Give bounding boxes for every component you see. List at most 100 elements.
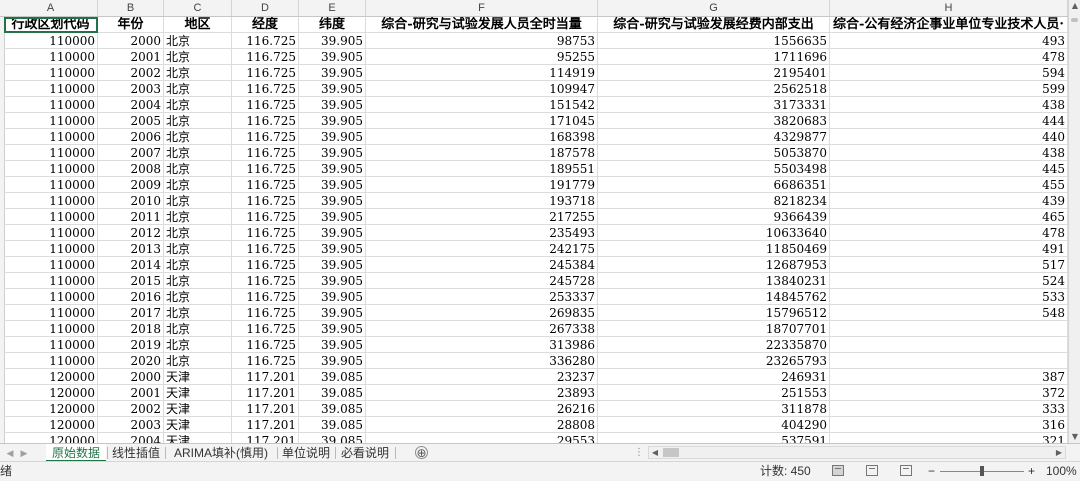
cell-rd-expenditure[interactable]: 6686351 [598,177,830,193]
cell-tech-staff[interactable] [830,337,1068,353]
cell-year[interactable]: 2004 [98,97,164,113]
cell-year[interactable]: 2017 [98,305,164,321]
cell-year[interactable]: 2006 [98,129,164,145]
cell-lat[interactable]: 39.905 [299,129,366,145]
cell-year[interactable]: 2016 [98,289,164,305]
scroll-right-arrow-icon[interactable]: ▶ [1053,447,1065,458]
scroll-left-arrow-icon[interactable]: ◀ [649,447,661,458]
cell-tech-staff[interactable]: 594 [830,65,1068,81]
cell-tech-staff[interactable]: 387 [830,369,1068,385]
cell-code[interactable]: 120000 [4,385,98,401]
header-cell-code[interactable]: 行政区划代码 [4,17,98,33]
cell-lat[interactable]: 39.085 [299,385,366,401]
cell-code[interactable]: 120000 [4,369,98,385]
cell-year[interactable]: 2014 [98,257,164,273]
cell-lon[interactable]: 116.725 [232,225,299,241]
column-header-c[interactable]: C [164,0,232,16]
cell-lon[interactable]: 116.725 [232,81,299,97]
cell-region[interactable]: 北京 [164,321,232,337]
cell-lat[interactable]: 39.905 [299,81,366,97]
cell-code[interactable]: 110000 [4,161,98,177]
zoom-level[interactable]: 100% [1046,462,1077,481]
cell-rd-expenditure[interactable]: 13840231 [598,273,830,289]
cell-code[interactable]: 110000 [4,177,98,193]
cell-year[interactable]: 2003 [98,81,164,97]
cell-rd-expenditure[interactable]: 537591 [598,433,830,443]
cell-rd-personnel[interactable]: 29553 [366,433,598,443]
column-header-g[interactable]: G [598,0,830,16]
tab-next-arrow-icon[interactable]: ▶ [18,444,30,462]
cell-rd-personnel[interactable]: 242175 [366,241,598,257]
page-layout-view-icon[interactable] [866,465,878,476]
cell-tech-staff[interactable]: 439 [830,193,1068,209]
cell-tech-staff[interactable]: 478 [830,49,1068,65]
cell-lat[interactable]: 39.085 [299,433,366,443]
cell-lat[interactable]: 39.905 [299,273,366,289]
column-header-d[interactable]: D [232,0,299,16]
cell-lon[interactable]: 116.725 [232,113,299,129]
cell-code[interactable]: 110000 [4,97,98,113]
header-cell-tech-staff[interactable]: 综合-公有经济企事业单位专业技术人员· [830,17,1068,33]
column-header-a[interactable]: A [4,0,98,16]
cell-year[interactable]: 2002 [98,65,164,81]
tab-sheet-1[interactable]: 原始数据 [46,444,106,462]
cell-rd-personnel[interactable]: 23893 [366,385,598,401]
cell-tech-staff[interactable]: 599 [830,81,1068,97]
cell-code[interactable]: 110000 [4,113,98,129]
cell-lat[interactable]: 39.905 [299,49,366,65]
cell-lon[interactable]: 117.201 [232,369,299,385]
cell-rd-expenditure[interactable]: 2562518 [598,81,830,97]
cell-region[interactable]: 北京 [164,209,232,225]
cell-tech-staff[interactable]: 333 [830,401,1068,417]
cell-code[interactable]: 110000 [4,145,98,161]
cell-rd-personnel[interactable]: 114919 [366,65,598,81]
cell-tech-staff[interactable]: 321 [830,433,1068,443]
cell-rd-expenditure[interactable]: 1711696 [598,49,830,65]
cell-year[interactable]: 2000 [98,369,164,385]
cell-lon[interactable]: 116.725 [232,321,299,337]
tab-sheet-4[interactable]: 单位说明 [278,444,334,462]
cell-code[interactable]: 110000 [4,193,98,209]
cell-code[interactable]: 110000 [4,321,98,337]
cell-year[interactable]: 2004 [98,433,164,443]
cell-lon[interactable]: 116.725 [232,177,299,193]
cell-tech-staff[interactable] [830,321,1068,337]
cell-region[interactable]: 天津 [164,369,232,385]
cell-region[interactable]: 天津 [164,385,232,401]
cell-lon[interactable]: 116.725 [232,241,299,257]
cell-rd-personnel[interactable]: 95255 [366,49,598,65]
cell-rd-expenditure[interactable]: 3173331 [598,97,830,113]
cell-rd-personnel[interactable]: 26216 [366,401,598,417]
cell-lat[interactable]: 39.905 [299,289,366,305]
cell-lon[interactable]: 117.201 [232,385,299,401]
cell-rd-expenditure[interactable]: 1556635 [598,33,830,49]
cell-region[interactable]: 北京 [164,81,232,97]
cell-rd-personnel[interactable]: 151542 [366,97,598,113]
cell-rd-personnel[interactable]: 187578 [366,145,598,161]
cell-lat[interactable]: 39.085 [299,417,366,433]
cell-rd-expenditure[interactable]: 3820683 [598,113,830,129]
cell-rd-expenditure[interactable]: 14845762 [598,289,830,305]
cell-tech-staff[interactable]: 491 [830,241,1068,257]
cell-lon[interactable]: 116.725 [232,353,299,369]
tab-sheet-5[interactable]: 必看说明 [336,444,394,462]
cell-tech-staff[interactable]: 517 [830,257,1068,273]
cell-lat[interactable]: 39.085 [299,369,366,385]
cell-rd-expenditure[interactable]: 15796512 [598,305,830,321]
cell-year[interactable]: 2010 [98,193,164,209]
cell-code[interactable]: 110000 [4,81,98,97]
cell-region[interactable]: 北京 [164,33,232,49]
cell-tech-staff[interactable]: 372 [830,385,1068,401]
cell-rd-personnel[interactable]: 168398 [366,129,598,145]
cell-rd-expenditure[interactable]: 251553 [598,385,830,401]
cell-lat[interactable]: 39.905 [299,161,366,177]
cell-region[interactable]: 北京 [164,113,232,129]
cell-lat[interactable]: 39.905 [299,145,366,161]
tab-split-handle-icon[interactable]: ⋮ [634,444,644,462]
normal-view-icon[interactable] [832,465,844,476]
cell-rd-personnel[interactable]: 253337 [366,289,598,305]
cell-lon[interactable]: 116.725 [232,33,299,49]
cell-region[interactable]: 北京 [164,289,232,305]
zoom-out-button[interactable]: − [928,462,935,481]
cell-rd-expenditure[interactable]: 404290 [598,417,830,433]
